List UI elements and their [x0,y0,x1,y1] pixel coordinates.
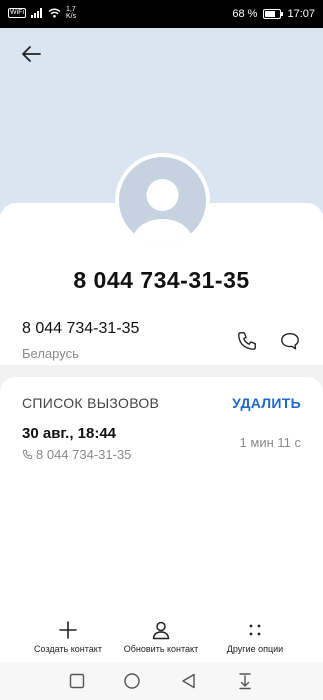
avatar [115,153,210,248]
call-history-card [0,377,323,610]
back-button[interactable] [18,40,46,68]
phone-number-row[interactable]: 8 044 734-31-35 Беларусь [22,320,139,361]
delete-history-button[interactable]: УДАЛИТЬ [232,395,301,411]
wifi-icon [48,8,61,18]
signal-icon [31,8,42,18]
create-contact-button[interactable]: Создать контакт [18,620,118,654]
outgoing-call-icon [22,449,33,460]
update-contact-button[interactable]: Обновить контакт [111,620,211,654]
recents-square-icon[interactable] [68,672,86,690]
back-arrow-icon [22,46,41,62]
call-number: 8 044 734-31-35 [36,447,132,462]
sim-icon: WiFi [8,8,26,18]
more-options-button[interactable]: Другие опции [205,620,305,654]
phone-icon [238,332,256,350]
notification-pulldown-icon[interactable] [236,672,254,690]
contact-title-number: 8 044 734-31-35 [73,267,250,293]
person-outline-icon [152,621,170,640]
clock: 17:07 [287,8,315,20]
phone-number: 8 044 734-31-35 [22,320,140,337]
message-icon [281,332,299,350]
phone-country: Беларусь [22,346,79,361]
plus-icon [59,621,77,639]
back-triangle-icon[interactable] [180,672,198,690]
home-circle-icon[interactable] [123,672,141,690]
call-button[interactable] [236,330,258,352]
call-history-title: СПИСОК ВЫЗОВОВ [22,395,160,411]
battery-percent: 68 % [232,8,258,20]
status-bar: WiFi 1,7 K/s 68 % 17:07 [0,0,323,28]
bottom-action-bar: Создать контакт Обновить контакт Другие … [0,610,323,662]
more-dots-icon [249,624,261,636]
message-button[interactable] [279,330,301,352]
call-number-line: 8 044 734-31-35 [22,447,131,462]
system-nav-bar [0,662,323,700]
battery-icon [263,9,284,19]
person-icon [132,179,193,244]
call-duration: 1 мин 11 с [239,435,301,450]
network-speed: 1,7 K/s [66,6,77,20]
call-date: 30 авг., 18:44 [22,425,117,442]
